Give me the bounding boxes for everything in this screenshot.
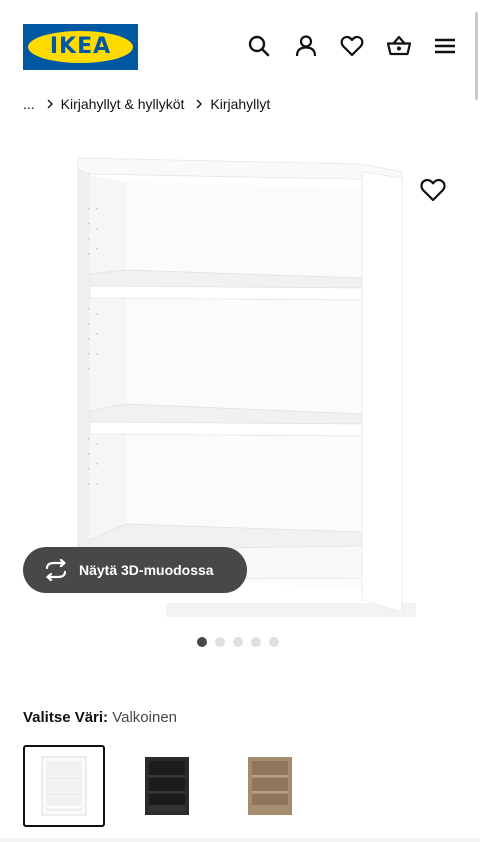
carousel-dot[interactable] <box>215 637 225 647</box>
carousel-dot[interactable] <box>269 637 279 647</box>
ikea-logo[interactable]: IKEA <box>23 24 138 70</box>
logo-text: IKEA <box>49 34 112 59</box>
view-3d-button[interactable]: Näytä 3D-muodossa <box>23 547 247 593</box>
breadcrumb-item-bookcases[interactable]: Kirjahyllyt <box>210 96 270 112</box>
swatch-white[interactable] <box>23 745 105 827</box>
carousel-dot[interactable] <box>233 637 243 647</box>
color-selector-label: Valitse Väri: Valkoinen <box>23 709 177 726</box>
chevron-right-icon <box>195 99 203 109</box>
search-icon[interactable] <box>246 33 272 59</box>
swatch-oak[interactable] <box>229 745 311 827</box>
breadcrumb: ... Kirjahyllyt & hyllyköt Kirjahyllyt <box>23 94 270 114</box>
shopping-bag-icon[interactable] <box>386 33 412 59</box>
bookcase-black-thumbnail <box>145 757 189 815</box>
account-icon[interactable] <box>293 33 319 59</box>
carousel-dot[interactable] <box>197 637 207 647</box>
carousel-dot[interactable] <box>251 637 261 647</box>
color-label: Valitse Väri: <box>23 709 109 726</box>
bookcase-oak-thumbnail <box>248 757 292 815</box>
bookcase-white-thumbnail <box>41 756 87 816</box>
swatch-black[interactable] <box>126 745 208 827</box>
wishlist-heart-icon[interactable] <box>339 33 365 59</box>
breadcrumb-item-bookcases-shelving[interactable]: Kirjahyllyt & hyllyköt <box>61 96 185 112</box>
breadcrumb-ellipsis[interactable]: ... <box>23 96 35 112</box>
rotate-3d-icon <box>45 559 67 581</box>
view-3d-label: Näytä 3D-muodossa <box>79 562 214 578</box>
carousel-dots <box>197 637 279 647</box>
bottom-divider <box>0 838 480 842</box>
color-swatches <box>23 745 332 827</box>
menu-icon[interactable] <box>432 33 458 59</box>
header: IKEA <box>0 0 480 92</box>
heart-icon[interactable] <box>418 175 448 205</box>
selected-color-value: Valkoinen <box>112 709 178 726</box>
chevron-right-icon <box>46 99 54 109</box>
